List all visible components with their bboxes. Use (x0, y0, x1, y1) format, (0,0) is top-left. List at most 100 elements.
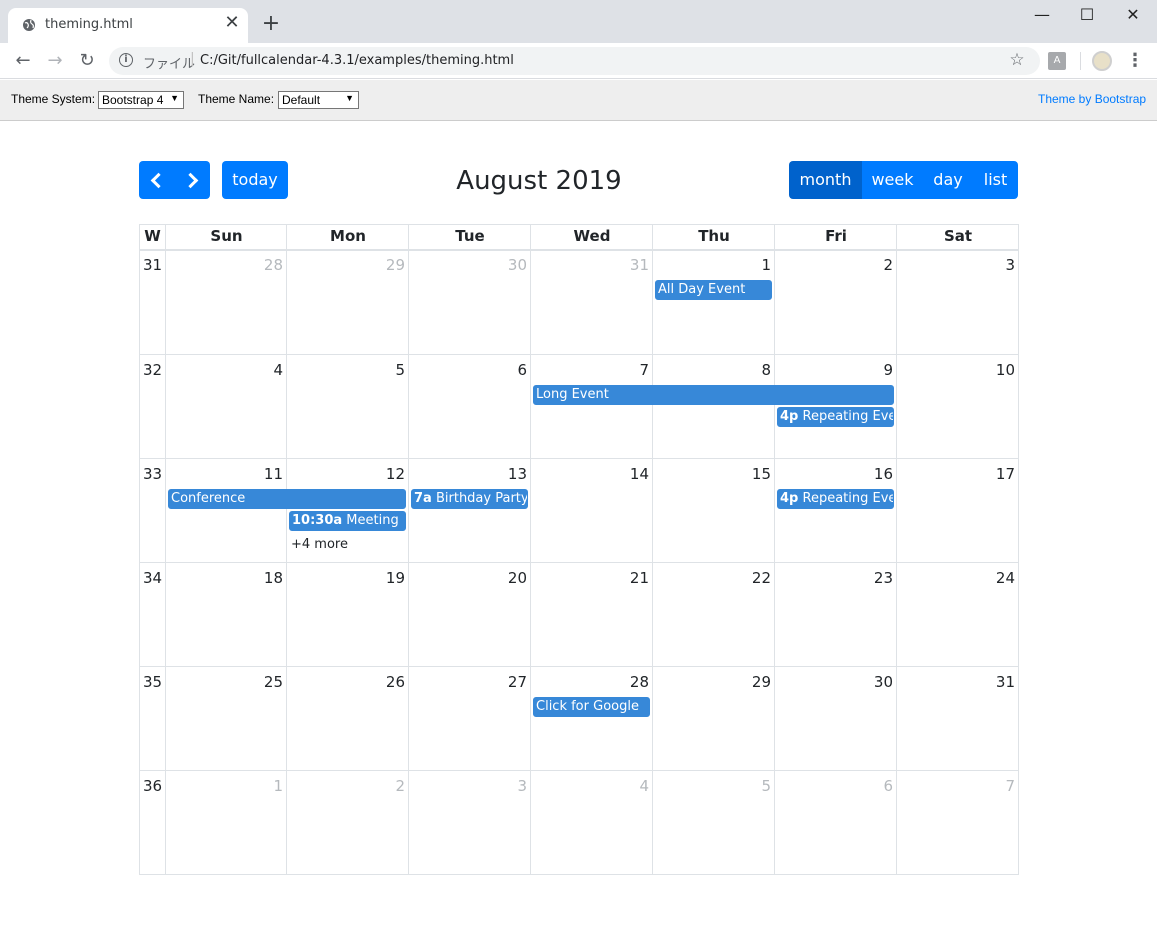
today-button[interactable]: today (222, 161, 288, 199)
url-text[interactable]: C:/Git/fullcalendar-4.3.1/examples/themi… (200, 53, 514, 68)
day-number[interactable]: 24 (905, 569, 1015, 587)
url-scheme: ファイル (143, 57, 196, 72)
day-header: Sat (943, 227, 973, 245)
day-number[interactable]: 31 (905, 673, 1015, 691)
back-arrow-icon[interactable]: ← (12, 50, 34, 72)
tab-title: theming.html (45, 17, 133, 32)
day-number[interactable]: 28 (539, 673, 649, 691)
day-number[interactable]: 23 (783, 569, 893, 587)
day-number[interactable]: 8 (661, 361, 771, 379)
day-number[interactable]: 5 (295, 361, 405, 379)
day-number[interactable]: 13 (417, 465, 527, 483)
day-number[interactable]: 7 (539, 361, 649, 379)
browser-tab[interactable]: theming.html ✕ (8, 8, 248, 43)
day-number[interactable]: 11 (173, 465, 283, 483)
grid-line (139, 562, 1019, 563)
event-long[interactable]: Long Event (533, 385, 894, 405)
day-number[interactable]: 19 (295, 569, 405, 587)
day-number[interactable]: 6 (783, 777, 893, 795)
view-week-button[interactable]: week (862, 161, 923, 199)
theme-link[interactable]: Theme by Bootstrap (1038, 92, 1146, 106)
day-number[interactable]: 14 (539, 465, 649, 483)
window-close-icon[interactable]: ✕ (1110, 0, 1156, 30)
more-events-link[interactable]: +4 more (291, 537, 348, 552)
week-number[interactable]: 36 (143, 777, 162, 795)
week-number[interactable]: 31 (143, 256, 162, 274)
day-header: Fri (825, 227, 847, 245)
url-separator: | (190, 51, 195, 67)
kebab-menu-icon[interactable]: ⋮ (1125, 50, 1145, 72)
day-number[interactable]: 12 (295, 465, 405, 483)
event-conference[interactable]: Conference (168, 489, 406, 509)
day-header: Mon (330, 227, 366, 245)
week-number[interactable]: 32 (143, 361, 162, 379)
week-number[interactable]: 33 (143, 465, 162, 483)
event-birthday-party[interactable]: 7a Birthday Party (411, 489, 528, 509)
day-number[interactable]: 31 (539, 256, 649, 274)
grid-line (652, 224, 653, 875)
view-month-button[interactable]: month (789, 161, 862, 199)
theme-system-label: Theme System: (11, 92, 96, 106)
day-number[interactable]: 29 (661, 673, 771, 691)
day-number[interactable]: 21 (539, 569, 649, 587)
day-number[interactable]: 1 (173, 777, 283, 795)
day-number[interactable]: 17 (905, 465, 1015, 483)
day-number[interactable]: 22 (661, 569, 771, 587)
day-number[interactable]: 28 (173, 256, 283, 274)
event-meeting[interactable]: 10:30a Meeting (289, 511, 406, 531)
day-number[interactable]: 27 (417, 673, 527, 691)
star-icon[interactable]: ☆ (1007, 50, 1027, 70)
forward-arrow-icon[interactable]: → (44, 50, 66, 72)
dropdown-arrow-icon: ▼ (170, 93, 179, 103)
theme-name-select[interactable]: Default ▼ (278, 91, 359, 109)
day-number[interactable]: 25 (173, 673, 283, 691)
day-number[interactable]: 29 (295, 256, 405, 274)
event-title: All Day Event (658, 282, 746, 297)
event-title: Repeating Even (802, 409, 894, 424)
pdf-extension-icon[interactable]: A (1048, 52, 1066, 70)
day-number[interactable]: 18 (173, 569, 283, 587)
day-number[interactable]: 4 (173, 361, 283, 379)
day-header: Wed (573, 227, 611, 245)
day-number[interactable]: 16 (783, 465, 893, 483)
close-icon[interactable]: ✕ (222, 13, 242, 33)
day-number[interactable]: 2 (295, 777, 405, 795)
view-day-button[interactable]: day (923, 161, 973, 199)
event-click-for-google[interactable]: Click for Google (533, 697, 650, 717)
prev-button[interactable] (139, 161, 174, 199)
day-number[interactable]: 7 (905, 777, 1015, 795)
day-number[interactable]: 6 (417, 361, 527, 379)
view-list-button[interactable]: list (973, 161, 1018, 199)
theme-system-select[interactable]: Bootstrap 4 ▼ (98, 91, 184, 109)
day-number[interactable]: 26 (295, 673, 405, 691)
day-header: Sun (210, 227, 243, 245)
day-number[interactable]: 1 (661, 256, 771, 274)
event-all-day[interactable]: All Day Event (655, 280, 772, 300)
new-tab-icon[interactable]: + (260, 13, 282, 35)
day-number[interactable]: 20 (417, 569, 527, 587)
grid-line (530, 224, 531, 875)
day-number[interactable]: 10 (905, 361, 1015, 379)
day-number[interactable]: 4 (539, 777, 649, 795)
day-number[interactable]: 3 (905, 256, 1015, 274)
week-number[interactable]: 34 (143, 569, 162, 587)
theme-name-value: Default (282, 93, 321, 107)
day-number[interactable]: 9 (783, 361, 893, 379)
maximize-icon[interactable]: ☐ (1064, 0, 1110, 30)
day-number[interactable]: 15 (661, 465, 771, 483)
profile-avatar-icon[interactable] (1092, 51, 1112, 71)
info-icon[interactable]: i (119, 53, 133, 67)
week-number[interactable]: 35 (143, 673, 162, 691)
event-repeating[interactable]: 4p Repeating Even (777, 489, 894, 509)
reload-icon[interactable]: ↻ (76, 50, 98, 72)
day-number[interactable]: 3 (417, 777, 527, 795)
minimize-icon[interactable]: — (1019, 0, 1065, 30)
day-number[interactable]: 5 (661, 777, 771, 795)
day-number[interactable]: 30 (417, 256, 527, 274)
event-title: Repeating Even (802, 491, 894, 506)
event-repeating[interactable]: 4p Repeating Even (777, 407, 894, 427)
day-number[interactable]: 2 (783, 256, 893, 274)
globe-icon (23, 19, 35, 31)
day-number[interactable]: 30 (783, 673, 893, 691)
next-button[interactable] (174, 161, 210, 199)
